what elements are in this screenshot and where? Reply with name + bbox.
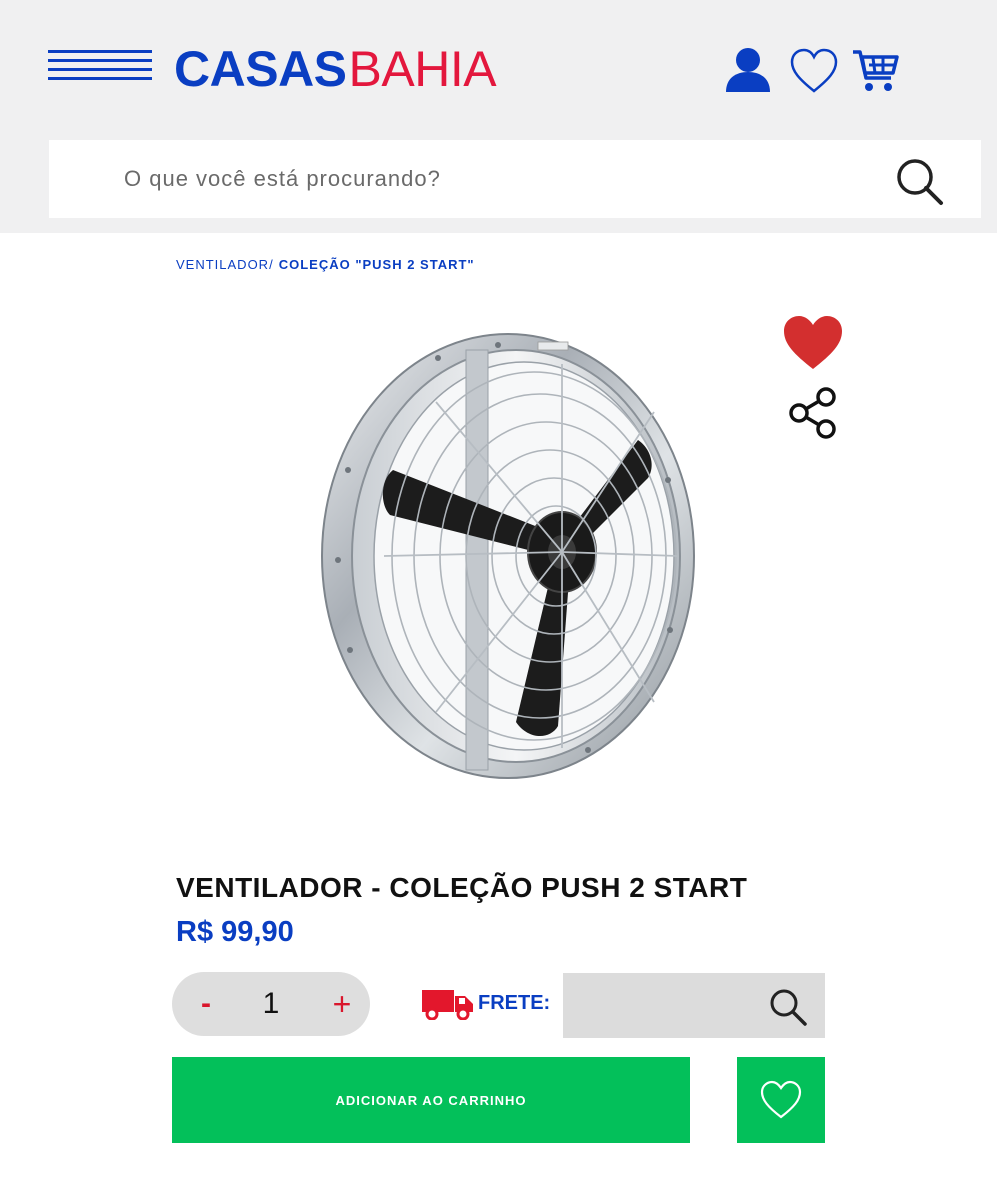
search-bar bbox=[49, 140, 981, 218]
add-to-cart-button[interactable]: ADICIONAR AO CARRINHO bbox=[172, 1057, 690, 1143]
logo-text-part1: CASAS bbox=[174, 41, 347, 97]
quantity-increase-button[interactable]: + bbox=[322, 980, 362, 1028]
search-input[interactable] bbox=[49, 140, 889, 218]
quantity-stepper: - 1 + bbox=[172, 972, 370, 1036]
top-header: CASASBAHIA bbox=[0, 0, 997, 233]
quantity-decrease-button[interactable]: - bbox=[186, 980, 226, 1028]
heart-outline-icon bbox=[760, 1080, 802, 1119]
shipping-label: FRETE: bbox=[478, 992, 551, 1014]
product-price: R$ 99,90 bbox=[176, 916, 294, 948]
search-icon[interactable] bbox=[895, 157, 945, 207]
search-icon[interactable] bbox=[768, 987, 808, 1027]
share-icon[interactable] bbox=[786, 386, 840, 440]
menu-button[interactable] bbox=[48, 50, 152, 84]
breadcrumb-item-ventilador[interactable]: VENTILADOR bbox=[176, 257, 269, 272]
logo-text-part2: BAHIA bbox=[348, 41, 497, 97]
user-icon[interactable] bbox=[724, 46, 772, 94]
breadcrumb-separator: / bbox=[269, 257, 274, 272]
product-image[interactable] bbox=[318, 330, 738, 795]
add-to-wishlist-button[interactable] bbox=[737, 1057, 825, 1143]
cart-icon[interactable] bbox=[851, 46, 899, 94]
logo[interactable]: CASASBAHIA bbox=[174, 41, 497, 97]
zip-code-input[interactable] bbox=[563, 973, 758, 1038]
breadcrumb: VENTILADOR/ COLEÇÃO "PUSH 2 START" bbox=[176, 257, 475, 272]
heart-icon[interactable] bbox=[789, 47, 839, 95]
shipping-calculator bbox=[563, 973, 825, 1038]
quantity-value[interactable]: 1 bbox=[244, 980, 298, 1028]
truck-icon bbox=[422, 990, 474, 1021]
breadcrumb-item-colecao[interactable]: COLEÇÃO "PUSH 2 START" bbox=[279, 257, 475, 272]
favorite-heart-icon[interactable] bbox=[782, 314, 844, 372]
product-title: VENTILADOR - COLEÇÃO PUSH 2 START bbox=[176, 872, 748, 903]
